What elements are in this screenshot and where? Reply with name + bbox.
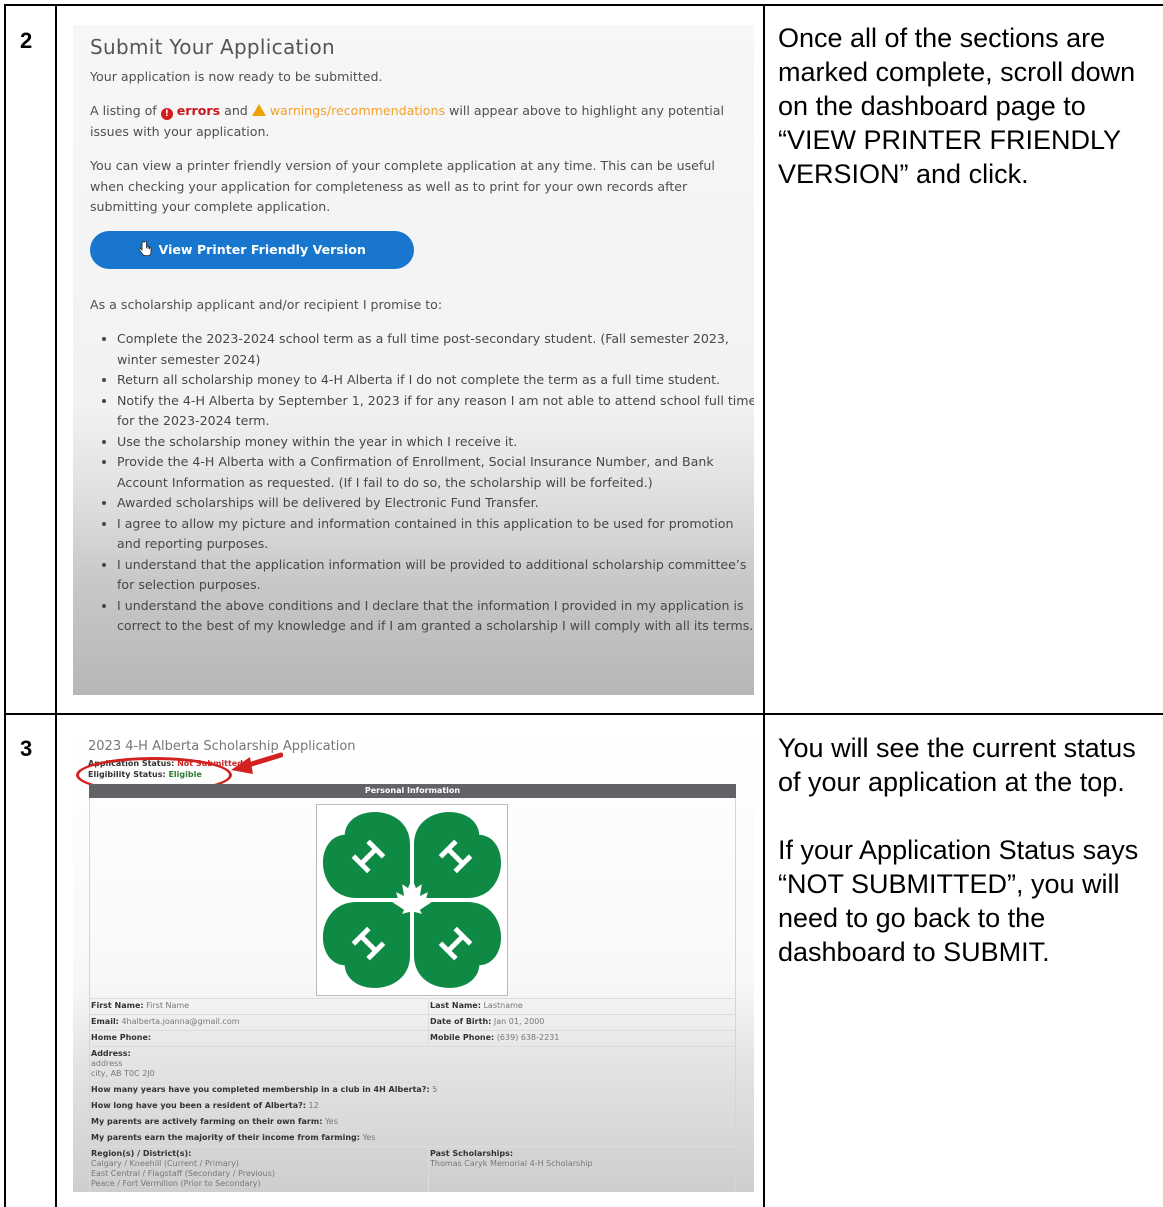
view-printer-friendly-button[interactable]: View Printer Friendly Version [90,231,414,269]
ready-text: Your application is now ready to be subm… [90,69,383,84]
field-row: Address: address city, AB T0C 2J0 [89,1046,736,1082]
table-divider-col1 [55,4,57,1207]
profile-photo [316,804,508,996]
table-border-left [4,4,6,1207]
field-row: My parents earn the majority of their in… [89,1130,736,1146]
table-divider-row [4,713,1163,715]
four-h-clover-logo [322,812,502,988]
field-row: How many years have you completed member… [89,1082,736,1098]
promise-intro: As a scholarship applicant and/or recipi… [90,297,443,312]
exclamation-circle-icon: ! [160,108,173,120]
printer-friendly-text: You can view a printer friendly version … [90,158,715,214]
field-row: First Name: First Name Last Name: Lastna… [89,998,736,1014]
step-description: You will see the current status of your … [778,731,1148,1003]
section-header: Personal Information [89,784,736,798]
list-item: I understand that the application inform… [117,555,754,596]
field-row: How long have you been a resident of Alb… [89,1098,736,1114]
description-paragraph: If your Application Status says “NOT SUB… [778,835,1139,967]
listing-text: A listing of ! errors and warnings/recom… [90,103,725,139]
field-row: Region(s) / District(s): Calgary / Kneehi… [89,1146,736,1192]
promise-list: Complete the 2023-2024 school term as a … [90,329,754,637]
hand-cursor-icon [138,241,152,257]
field-row: My parents are actively farming on their… [89,1114,736,1130]
screenshot-submit-application: Submit Your Application Your application… [73,25,754,695]
table-border-top [4,4,1163,6]
list-item: Awarded scholarships will be delivered b… [117,493,754,514]
red-arrow-icon [231,752,283,774]
step-number: 3 [20,736,33,761]
description-paragraph: Once all of the sections are marked comp… [778,23,1136,189]
list-item: Return all scholarship money to 4-H Albe… [117,370,754,391]
list-item: Provide the 4-H Alberta with a Confirmat… [117,452,754,493]
screenshot-application-view: 2023 4-H Alberta Scholarship Application… [73,732,754,1192]
errors-link[interactable]: errors [177,103,220,118]
step-number: 2 [20,28,33,53]
warnings-link[interactable]: warnings/recommendations [270,103,445,118]
step-description: Once all of the sections are marked comp… [778,21,1148,225]
application-title: 2023 4-H Alberta Scholarship Application [88,739,356,754]
list-item: Use the scholarship money within the yea… [117,432,754,453]
page-title: Submit Your Application [90,35,336,59]
field-row: Email: 4halberta.joanna@gmail.com Date o… [89,1014,736,1030]
list-item: I agree to allow my picture and informat… [117,514,754,555]
field-row: Home Phone: Mobile Phone: (639) 638-2231 [89,1030,736,1046]
list-item: Complete the 2023-2024 school term as a … [117,329,754,370]
list-item: I understand the above conditions and I … [117,596,754,637]
list-item: Notify the 4-H Alberta by September 1, 2… [117,391,754,432]
description-paragraph: You will see the current status of your … [778,733,1136,797]
warning-triangle-icon [251,104,266,116]
table-divider-col2 [763,4,765,1207]
